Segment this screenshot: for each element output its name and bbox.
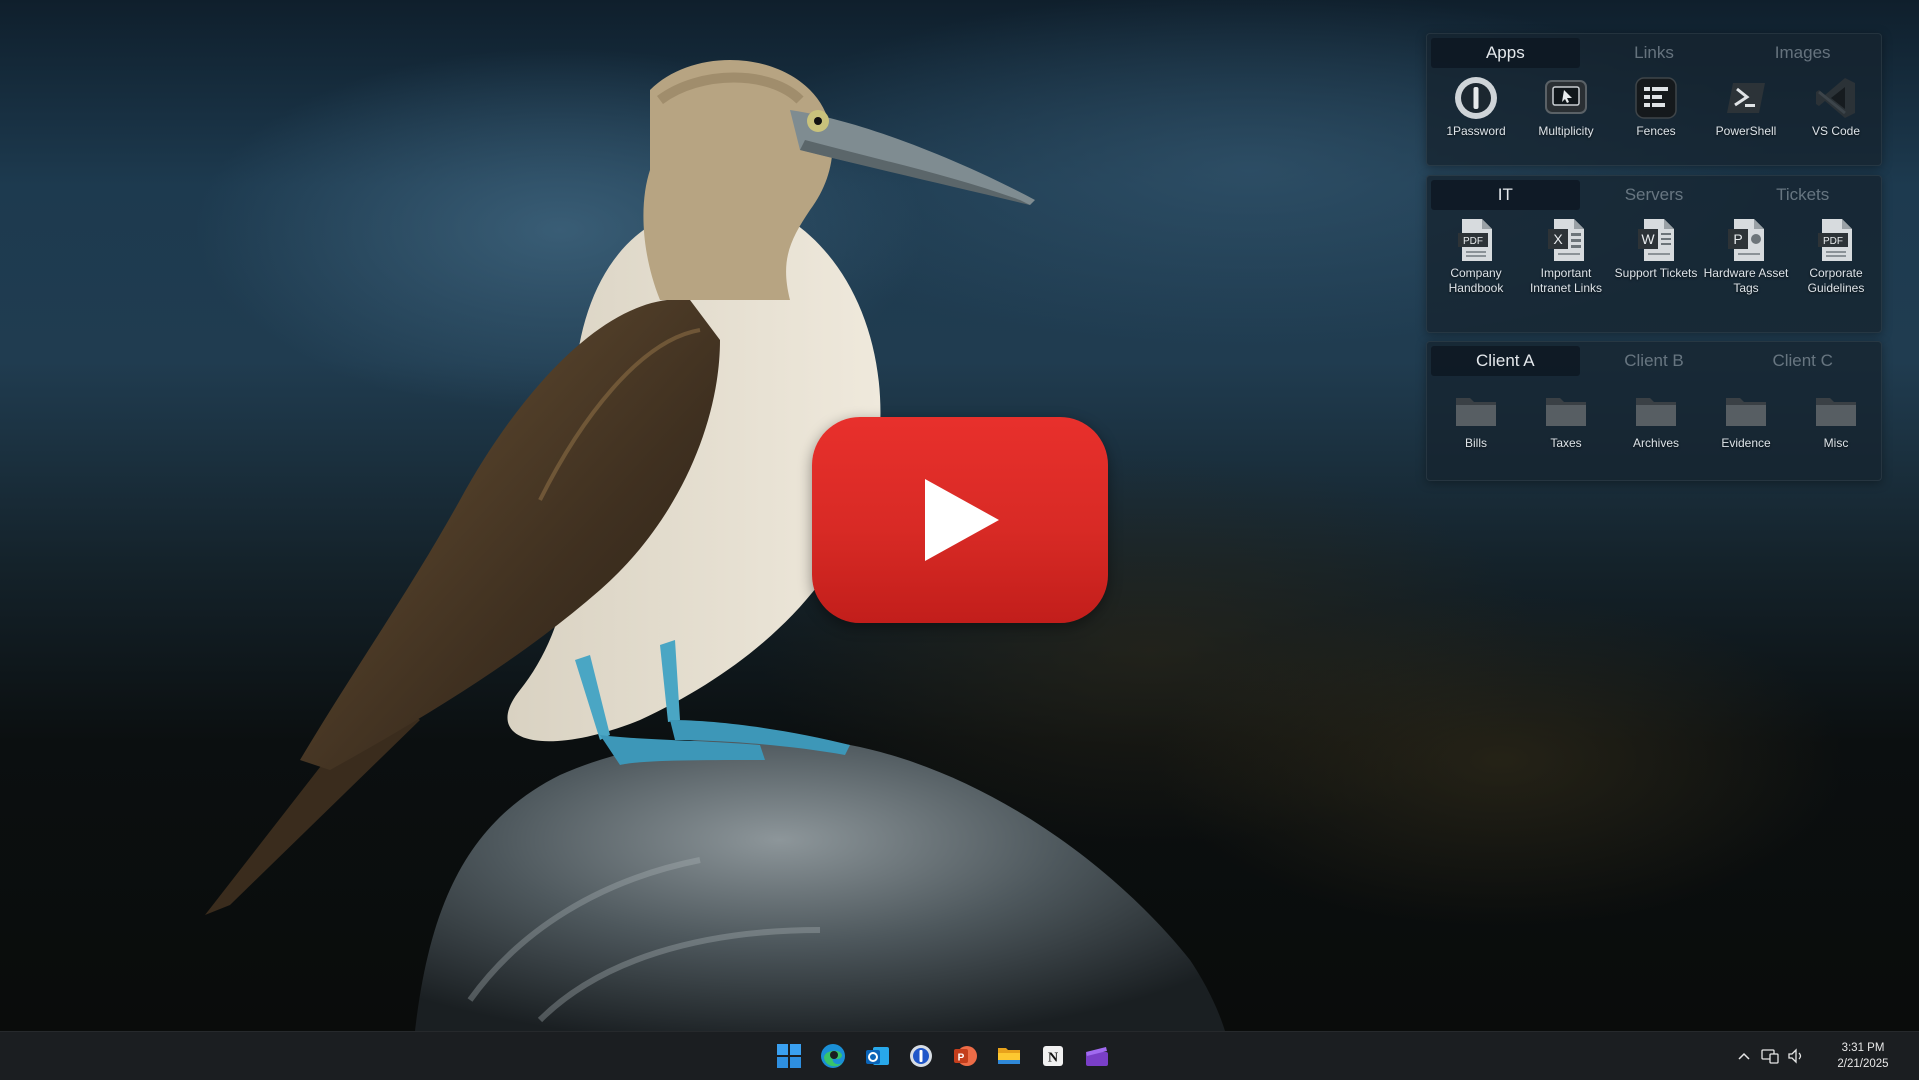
file-company-handbook[interactable]: PDF Company Handbook (1431, 216, 1521, 295)
shortcut-label: Multiplicity (1538, 124, 1594, 138)
tab-client-a[interactable]: Client A (1431, 346, 1580, 376)
shortcut-vscode[interactable]: VS Code (1791, 74, 1881, 139)
fence-clients: Client A Client B Client C Bills Taxes A… (1426, 341, 1882, 481)
chevron-up-icon[interactable] (1731, 1036, 1757, 1076)
folder-misc[interactable]: Misc (1791, 386, 1881, 451)
svg-text:P: P (1733, 231, 1742, 247)
fence-tab-bar: IT Servers Tickets (1431, 180, 1877, 210)
file-important-intranet-links[interactable]: X Important Intranet Links (1521, 216, 1611, 295)
shortcut-multiplicity[interactable]: Multiplicity (1521, 74, 1611, 139)
1password-icon[interactable] (899, 1034, 943, 1078)
folder-archives[interactable]: Archives (1611, 386, 1701, 451)
tab-client-c[interactable]: Client C (1728, 346, 1877, 376)
file-explorer-icon[interactable] (987, 1034, 1031, 1078)
folder-icon (1542, 386, 1590, 434)
svg-text:P: P (958, 1053, 965, 1064)
shortcut-label: VS Code (1811, 124, 1861, 138)
clapperboard-icon[interactable] (1075, 1034, 1119, 1078)
shortcut-label: PowerShell (1715, 124, 1777, 138)
network-icon[interactable] (1757, 1036, 1783, 1076)
svg-text:N: N (1048, 1051, 1058, 1066)
shortcut-label: Misc (1823, 436, 1849, 450)
shortcut-label: Fences (1636, 124, 1676, 138)
multiplicity-icon (1542, 74, 1590, 122)
shortcut-1password[interactable]: 1Password (1431, 74, 1521, 139)
folder-evidence[interactable]: Evidence (1701, 386, 1791, 451)
clock-date: 2/21/2025 (1837, 1058, 1889, 1070)
pdf-file-icon: PDF (1812, 216, 1860, 264)
tab-client-b[interactable]: Client B (1580, 346, 1729, 376)
windows-start-icon[interactable] (767, 1034, 811, 1078)
file-corporate-guidelines[interactable]: PDF Corporate Guidelines (1791, 216, 1881, 295)
pdf-file-icon: PDF (1452, 216, 1500, 264)
tab-links[interactable]: Links (1580, 38, 1729, 68)
system-tray: 3:31 PM 2/21/2025 (1731, 1032, 1919, 1080)
fence-apps: Apps Links Images 1Password Multiplicity (1426, 33, 1882, 166)
fence-tab-bar: Client A Client B Client C (1431, 346, 1877, 376)
shortcut-label: Bills (1464, 436, 1487, 450)
clock-time: 3:31 PM (1841, 1042, 1885, 1054)
excel-file-icon: X (1542, 216, 1590, 264)
powershell-icon (1722, 74, 1770, 122)
svg-text:W: W (1641, 231, 1655, 247)
clock[interactable]: 3:31 PM 2/21/2025 (1815, 1040, 1911, 1072)
outlook-icon[interactable] (855, 1034, 899, 1078)
fences-icon (1632, 74, 1680, 122)
tab-servers[interactable]: Servers (1580, 180, 1729, 210)
shortcut-powershell[interactable]: PowerShell (1701, 74, 1791, 139)
shortcut-label: Evidence (1721, 436, 1771, 450)
file-hardware-asset-tags[interactable]: P Hardware Asset Tags (1701, 216, 1791, 295)
shortcut-label: Important Intranet Links (1529, 266, 1603, 295)
powerpoint-file-icon: P (1722, 216, 1770, 264)
shortcut-label: Archives (1632, 436, 1679, 450)
taskbar-pinned-apps: P N (767, 1032, 1119, 1080)
notion-icon[interactable]: N (1031, 1034, 1075, 1078)
folder-icon (1452, 386, 1500, 434)
folder-taxes[interactable]: Taxes (1521, 386, 1611, 451)
edge-icon[interactable] (811, 1034, 855, 1078)
tab-tickets[interactable]: Tickets (1728, 180, 1877, 210)
play-button-icon[interactable] (812, 417, 1108, 623)
volume-icon[interactable] (1783, 1036, 1809, 1076)
folder-bills[interactable]: Bills (1431, 386, 1521, 451)
svg-text:PDF: PDF (1823, 236, 1843, 247)
1password-icon (1452, 74, 1500, 122)
file-support-tickets[interactable]: W Support Tickets (1611, 216, 1701, 295)
svg-text:PDF: PDF (1463, 236, 1483, 247)
tab-apps[interactable]: Apps (1431, 38, 1580, 68)
powerpoint-icon[interactable]: P (943, 1034, 987, 1078)
folder-icon (1812, 386, 1860, 434)
fence-tab-bar: Apps Links Images (1431, 38, 1877, 68)
svg-text:X: X (1553, 231, 1563, 247)
shortcut-fences[interactable]: Fences (1611, 74, 1701, 139)
desktop: Apps Links Images 1Password Multiplicity (0, 0, 1919, 1031)
tab-it[interactable]: IT (1431, 180, 1580, 210)
taskbar: P N 3:31 PM 2/21/2025 (0, 1031, 1919, 1080)
folder-icon (1722, 386, 1770, 434)
shortcut-label: Taxes (1550, 436, 1582, 450)
shortcut-label: Hardware Asset Tags (1703, 266, 1789, 295)
vscode-icon (1812, 74, 1860, 122)
shortcut-label: Corporate Guidelines (1807, 266, 1865, 295)
shortcut-label: Support Tickets (1614, 266, 1698, 280)
tab-images[interactable]: Images (1728, 38, 1877, 68)
shortcut-label: 1Password (1446, 124, 1506, 138)
shortcut-label: Company Handbook (1448, 266, 1504, 295)
folder-icon (1632, 386, 1680, 434)
word-file-icon: W (1632, 216, 1680, 264)
fence-it: IT Servers Tickets PDF Company Handbook … (1426, 175, 1882, 333)
